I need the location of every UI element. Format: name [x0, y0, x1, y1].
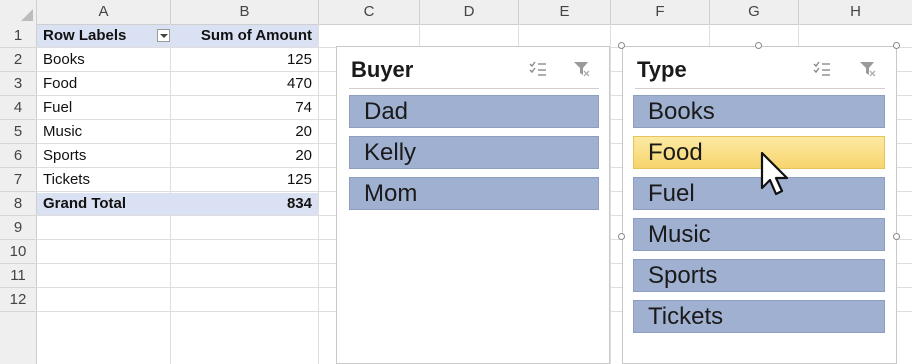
slicer-title: Type	[637, 57, 687, 82]
row-header-3[interactable]: 3	[0, 72, 36, 96]
type-slicer-item[interactable]: Sports	[633, 259, 885, 292]
pivot-row-value: 470	[286, 75, 312, 92]
row-header-2[interactable]: 2	[0, 48, 36, 72]
type-slicer-item[interactable]: Books	[633, 95, 885, 128]
pivot-grand-total-row[interactable]: Grand Total 834	[37, 193, 318, 215]
column-header-g[interactable]: G	[710, 0, 799, 24]
column-header-c[interactable]: C	[319, 0, 420, 24]
gridline	[318, 24, 319, 364]
mouse-pointer-icon	[760, 151, 789, 196]
row-labels-header: Row Labels	[43, 27, 127, 44]
pivot-row-label: Music	[43, 123, 83, 140]
pivot-row[interactable]: Sports 20	[37, 145, 318, 167]
clear-filter-icon[interactable]	[859, 61, 877, 77]
type-slicer-item[interactable]: Music	[633, 218, 885, 251]
row-header-4[interactable]: 4	[0, 96, 36, 120]
row-header-6[interactable]: 6	[0, 144, 36, 168]
pivot-row-label: Food	[43, 75, 78, 92]
buyer-slicer-item[interactable]: Mom	[349, 177, 599, 210]
pivot-row-value: 125	[286, 171, 312, 188]
buyer-slicer[interactable]: Buyer Dad Kelly Mom	[336, 46, 610, 364]
buyer-slicer-item[interactable]: Kelly	[349, 136, 599, 169]
multi-select-icon[interactable]	[529, 61, 547, 77]
grand-total-label: Grand Total	[43, 195, 127, 212]
pivot-row[interactable]: Fuel 74	[37, 97, 318, 119]
column-header-f[interactable]: F	[611, 0, 710, 24]
pivot-row-label: Books	[43, 51, 85, 68]
row-header-8[interactable]: 8	[0, 192, 36, 216]
spreadsheet-grid: A B C D E F G H 1 2 3 4 5 6 7 8 9 10 11 …	[0, 0, 912, 364]
column-header-h[interactable]: H	[799, 0, 912, 24]
grand-total-value: 834	[286, 195, 312, 212]
pivot-row-value: 20	[295, 147, 312, 164]
slicer-divider	[635, 88, 885, 89]
pivot-row-value: 74	[295, 99, 312, 116]
pivot-row-label: Fuel	[43, 99, 73, 116]
pivot-row-value: 20	[295, 123, 312, 140]
resize-handle[interactable]	[755, 42, 762, 49]
resize-handle[interactable]	[618, 233, 625, 240]
row-header-11[interactable]: 11	[0, 264, 36, 288]
column-header-e[interactable]: E	[519, 0, 611, 24]
row-header-5[interactable]: 5	[0, 120, 36, 144]
type-slicer[interactable]: Type Books Food Fuel Music Sports Ticket…	[622, 46, 897, 364]
pivot-row[interactable]: Music 20	[37, 121, 318, 143]
buyer-slicer-item[interactable]: Dad	[349, 95, 599, 128]
pivot-header-row[interactable]: Row Labels Sum of Amount	[37, 25, 318, 47]
resize-handle[interactable]	[893, 42, 900, 49]
column-header-a[interactable]: A	[37, 0, 171, 24]
column-header-bar: A B C D E F G H	[0, 0, 912, 25]
pivot-row-value: 125	[286, 51, 312, 68]
row-header-bar: 1 2 3 4 5 6 7 8 9 10 11 12	[0, 24, 37, 364]
row-header-12[interactable]: 12	[0, 288, 36, 312]
row-header-1[interactable]: 1	[0, 24, 36, 48]
clear-filter-icon[interactable]	[573, 61, 591, 77]
gridline	[610, 24, 611, 364]
pivot-row[interactable]: Books 125	[37, 49, 318, 71]
row-header-7[interactable]: 7	[0, 168, 36, 192]
slicer-title: Buyer	[351, 57, 414, 82]
pivot-row[interactable]: Food 470	[37, 73, 318, 95]
select-all-corner[interactable]	[0, 0, 37, 24]
type-slicer-item[interactable]: Tickets	[633, 300, 885, 333]
pivot-row-label: Tickets	[43, 171, 90, 188]
pivot-row[interactable]: Tickets 125	[37, 169, 318, 191]
filter-dropdown-icon[interactable]	[157, 29, 170, 42]
row-header-9[interactable]: 9	[0, 216, 36, 240]
pivot-row-label: Sports	[43, 147, 87, 164]
column-header-d[interactable]: D	[420, 0, 519, 24]
slicer-divider	[349, 88, 599, 89]
multi-select-icon[interactable]	[813, 61, 831, 77]
resize-handle[interactable]	[893, 233, 900, 240]
resize-handle[interactable]	[618, 42, 625, 49]
row-header-10[interactable]: 10	[0, 240, 36, 264]
column-header-b[interactable]: B	[171, 0, 319, 24]
sum-of-amount-header: Sum of Amount	[200, 27, 312, 44]
